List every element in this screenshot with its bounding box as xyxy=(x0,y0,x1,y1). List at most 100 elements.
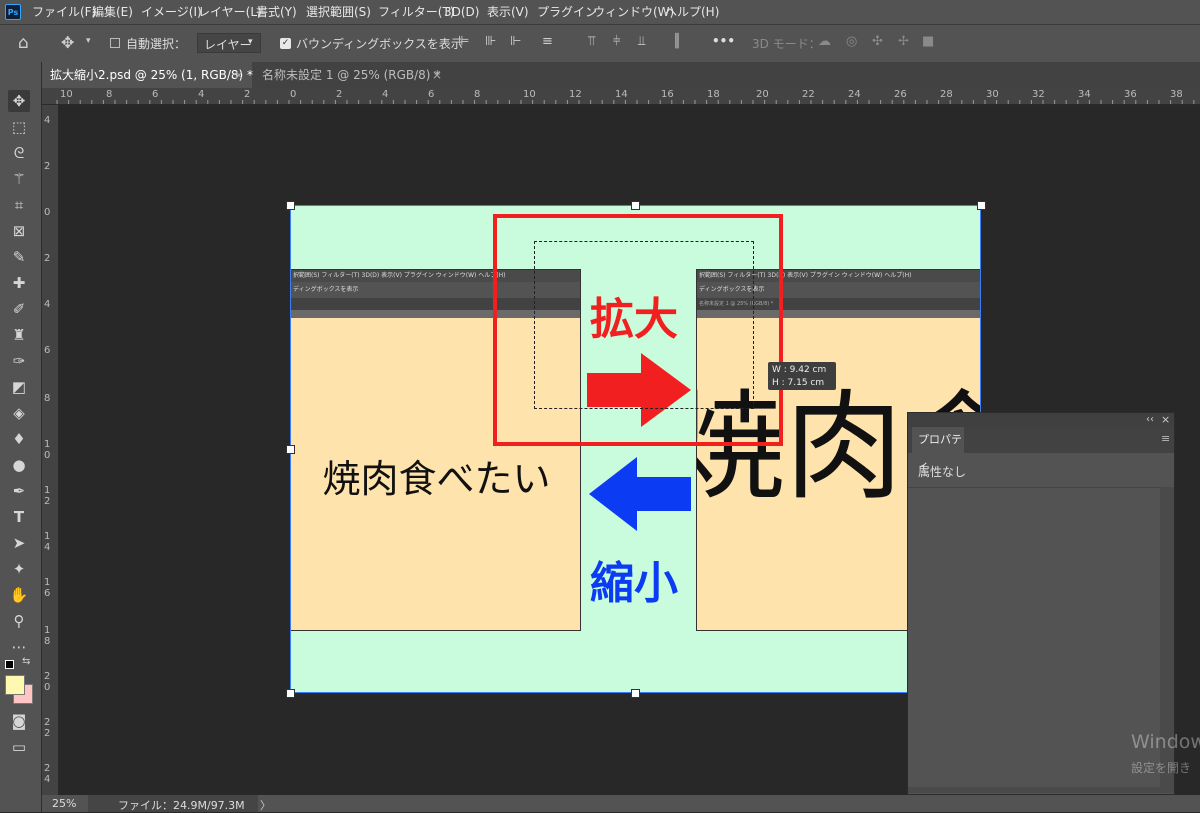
ruler-tick-label: 2 2 xyxy=(44,717,51,739)
move-tool-icon[interactable]: ✥ xyxy=(8,90,30,112)
menu-file[interactable]: ファイル(F) xyxy=(32,0,96,24)
blur-tool-icon[interactable]: ♦ xyxy=(8,428,30,450)
slide-icon[interactable]: ✢ xyxy=(898,34,909,49)
distribute-icon[interactable]: ≡ xyxy=(542,34,553,49)
move-icon[interactable]: ✥ xyxy=(61,33,74,52)
divider xyxy=(908,487,1160,488)
transform-handle[interactable] xyxy=(286,445,295,454)
transform-handle[interactable] xyxy=(631,689,640,698)
auto-select-dropdown[interactable]: レイヤー ▾ xyxy=(197,33,261,53)
edit-toolbar-icon[interactable]: ⋯ xyxy=(8,636,30,658)
tab-label: 拡大縮小2.psd @ 25% (1, RGB/8) * xyxy=(50,68,254,82)
hand-tool-icon[interactable]: ✋ xyxy=(8,584,30,606)
menu-plugins[interactable]: プラグイン xyxy=(537,0,597,24)
align-top-icon[interactable]: ⫪ xyxy=(588,34,595,49)
menu-image[interactable]: イメージ(I) xyxy=(141,0,202,24)
panel-footer xyxy=(908,787,1174,793)
document-tab-bar: » 拡大縮小2.psd @ 25% (1, RGB/8) * × 名称未設定 1… xyxy=(0,62,1200,88)
eyedropper-tool-icon[interactable]: ✎ xyxy=(8,246,30,268)
zoom-level[interactable]: 25% xyxy=(52,797,76,810)
transform-handle[interactable] xyxy=(286,201,295,210)
distribute-vertical-icon[interactable]: ║ xyxy=(673,34,681,49)
swap-colors-icon[interactable]: ⇆ xyxy=(22,656,30,667)
transform-handle[interactable] xyxy=(286,689,295,698)
camera-icon[interactable]: ■ xyxy=(922,34,934,49)
path-selection-tool-icon[interactable]: ➤ xyxy=(8,532,30,554)
auto-select-value: レイヤー xyxy=(204,38,252,52)
menu-help[interactable]: ヘルプ(H) xyxy=(665,0,719,24)
no-properties-text: 属性なし xyxy=(918,465,967,479)
menu-filter[interactable]: フィルター(T) xyxy=(378,0,454,24)
file-info-box[interactable]: ファイル：24.9M/97.3M xyxy=(88,795,258,812)
auto-select-checkbox[interactable] xyxy=(110,38,120,48)
close-icon[interactable]: × xyxy=(234,62,244,88)
align-right-icon[interactable]: ⊩ xyxy=(510,34,521,49)
photoshop-logo-icon[interactable]: Ps xyxy=(5,4,21,20)
history-brush-tool-icon[interactable]: ✑ xyxy=(8,350,30,372)
menu-window[interactable]: ウィンドウ(W) xyxy=(593,0,674,24)
tab-label: 名称未設定 1 @ 25% (RGB/8) * xyxy=(262,68,441,82)
transform-handle[interactable] xyxy=(631,201,640,210)
shape-tool-icon[interactable]: ✦ xyxy=(8,558,30,580)
panel-tab-row: プロパティ ≡ xyxy=(908,427,1174,472)
menu-view[interactable]: 表示(V) xyxy=(487,0,529,24)
bounding-box-checkbox[interactable]: ✓ xyxy=(280,38,291,49)
mode3d-label: 3D モード： xyxy=(752,37,821,51)
pen-tool-icon[interactable]: ✒ xyxy=(8,480,30,502)
type-tool-icon[interactable]: T xyxy=(8,506,30,528)
magic-wand-tool-icon[interactable]: ⚚ xyxy=(8,168,30,190)
pan-icon[interactable]: ✣ xyxy=(872,34,883,49)
align-bottom-icon[interactable]: ⫫ xyxy=(638,34,645,49)
status-bar: 25% ファイル：24.9M/97.3M 〉 xyxy=(42,795,1200,812)
close-icon[interactable]: × xyxy=(432,62,442,88)
frame-tool-icon[interactable]: ⊠ xyxy=(8,220,30,242)
ruler-tick-label: 8 xyxy=(44,393,51,404)
paint-bucket-tool-icon[interactable]: ◈ xyxy=(8,402,30,424)
eraser-tool-icon[interactable]: ◩ xyxy=(8,376,30,398)
default-colors-icon[interactable] xyxy=(5,660,14,669)
stamp-tool-icon[interactable]: ♜ xyxy=(8,324,30,346)
tab-properties[interactable]: プロパティ xyxy=(912,427,964,472)
ruler-tick-label: 1 4 xyxy=(44,531,51,553)
home-icon[interactable]: ⌂ xyxy=(18,33,29,53)
healing-brush-tool-icon[interactable]: ✚ xyxy=(8,272,30,294)
align-center-icon[interactable]: ⊪ xyxy=(485,34,496,49)
collapse-icon[interactable]: ‹‹ xyxy=(1146,413,1154,427)
document-canvas[interactable]: 択範囲(S) フィルター(T) 3D(D) 表示(V) プラグイン ウィンドウ(… xyxy=(290,205,981,693)
quick-mask-icon[interactable]: ◙ xyxy=(8,710,30,732)
menu-select[interactable]: 選択範囲(S) xyxy=(306,0,371,24)
menu-edit[interactable]: 編集(E) xyxy=(92,0,133,24)
file-size-info: ファイル：24.9M/97.3M xyxy=(118,799,245,812)
ruler-tick-label: 2 0 xyxy=(44,671,51,693)
marquee-tool-icon[interactable]: ⬚ xyxy=(8,116,30,138)
align-middle-icon[interactable]: ⫩ xyxy=(613,34,620,49)
ruler-tick-label: 4 xyxy=(44,299,51,310)
screen-mode-icon[interactable]: ▭ xyxy=(8,736,30,758)
more-options-button[interactable]: ••• xyxy=(712,34,735,48)
left-arrow-icon xyxy=(589,457,691,531)
zoom-tool-icon[interactable]: ⚲ xyxy=(8,610,30,632)
roll-icon[interactable]: ◎ xyxy=(846,34,857,49)
menu-3d[interactable]: 3D(D) xyxy=(444,0,479,24)
marquee-selection[interactable] xyxy=(534,241,754,409)
menu-type[interactable]: 書式(Y) xyxy=(256,0,297,24)
ruler-ticks xyxy=(56,100,1195,104)
tab-document-1[interactable]: 拡大縮小2.psd @ 25% (1, RGB/8) * × xyxy=(42,62,254,88)
transform-handle[interactable] xyxy=(977,201,986,210)
menu-layer[interactable]: レイヤー(L) xyxy=(198,0,262,24)
close-icon[interactable]: × xyxy=(1161,413,1170,427)
brush-tool-icon[interactable]: ✐ xyxy=(8,298,30,320)
chevron-down-icon[interactable]: ▾ xyxy=(86,36,91,46)
tab-document-2[interactable]: 名称未設定 1 @ 25% (RGB/8) * × xyxy=(254,62,450,88)
chevron-down-icon: ▾ xyxy=(248,37,253,47)
status-arrow-icon[interactable]: 〉 xyxy=(260,797,271,813)
foreground-color-swatch[interactable] xyxy=(5,675,25,695)
ruler-tick-label: 6 xyxy=(44,345,51,356)
lasso-tool-icon[interactable]: ᘓ xyxy=(8,142,30,164)
panel-menu-icon[interactable]: ≡ xyxy=(1161,432,1170,445)
align-left-icon[interactable]: ⊫ xyxy=(458,34,469,49)
orbit-icon[interactable]: ☁ xyxy=(818,34,831,49)
crop-tool-icon[interactable]: ⌗ xyxy=(8,194,30,216)
activation-watermark-subtitle: 設定を開き xyxy=(1131,761,1192,775)
dodge-tool-icon[interactable]: ● xyxy=(8,454,30,476)
